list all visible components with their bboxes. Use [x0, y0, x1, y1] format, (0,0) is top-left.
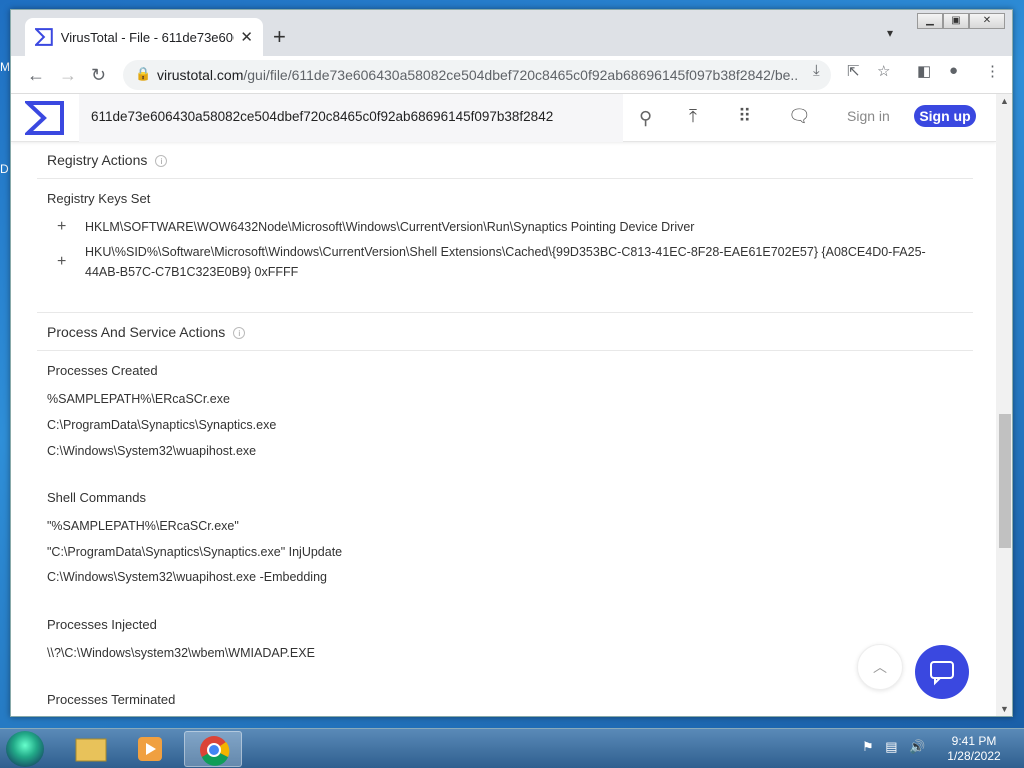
tab-title: VirusTotal - File - 611de73e6064	[60, 29, 235, 45]
address-bar[interactable]: 🔒 virustotal.com/gui/file/611de73e606430…	[123, 60, 831, 90]
processes-injected-heading: Processes Injected	[47, 617, 157, 632]
browser-tab[interactable]: VirusTotal - File - 611de73e6064 ✕	[25, 18, 263, 56]
explorer-taskbar-icon[interactable]	[62, 731, 120, 767]
page: 611de73e606430a58082ce504dbef720c8465c0f…	[11, 94, 996, 716]
share-icon[interactable]: ⇱	[847, 62, 860, 80]
bookmark-star-icon[interactable]: ☆	[877, 62, 890, 80]
browser-window: VirusTotal - File - 611de73e6064 ✕ + ▾ ▁…	[10, 9, 1013, 717]
tab-strip: VirusTotal - File - 611de73e6064 ✕ + ▾ ▁…	[11, 10, 1012, 56]
profile-icon[interactable]: ●	[949, 62, 958, 79]
clock-time: 9:41 PM	[951, 734, 997, 748]
media-player-taskbar-icon[interactable]	[122, 731, 180, 767]
list-item: C:\Windows\System32\wuapihost.exe	[47, 444, 257, 458]
menu-icon[interactable]: ⋮	[985, 62, 1000, 80]
info-icon[interactable]: i	[233, 327, 246, 340]
desktop-icon-label: M	[0, 60, 10, 74]
list-item: "%SAMPLEPATH%\ERcaSCr.exe"	[47, 519, 239, 533]
apps-grid-icon[interactable]: ⠿	[738, 106, 751, 127]
sign-in-link[interactable]: Sign in	[847, 108, 890, 124]
virustotal-favicon-icon	[35, 28, 53, 46]
registry-key-row[interactable]: + HKU\%SID%\Software\Microsoft\Windows\C…	[57, 242, 957, 282]
window-close-button[interactable]: ✕	[969, 13, 1005, 29]
chat-icon	[930, 661, 954, 686]
list-item: C:\ProgramData\Synaptics\Synaptics.exe	[47, 418, 277, 432]
side-panel-icon[interactable]: ◧	[917, 62, 931, 80]
back-icon[interactable]: ←	[27, 64, 45, 86]
url-text: virustotal.com/gui/file/611de73e606430a5…	[157, 67, 797, 83]
search-input[interactable]: 611de73e606430a58082ce504dbef720c8465c0f…	[79, 94, 623, 142]
desktop-icon-label: D	[0, 162, 9, 176]
process-service-actions-heading: Process And Service Actions i	[47, 324, 246, 340]
clock-date: 1/28/2022	[947, 749, 1001, 763]
start-button[interactable]	[6, 731, 44, 767]
shell-commands-heading: Shell Commands	[47, 490, 146, 505]
browser-toolbar: ← → ↻ 🔒 virustotal.com/gui/file/611de73e…	[11, 56, 1012, 94]
taskbar: ⚑ ▤ 🔊 9:41 PM 1/28/2022	[0, 728, 1024, 768]
action-center-icon[interactable]: ⚑	[862, 739, 874, 754]
divider	[37, 350, 973, 351]
expand-plus-icon[interactable]: +	[57, 217, 66, 237]
forward-icon[interactable]: →	[59, 64, 77, 86]
restore-button[interactable]: ▣	[943, 13, 969, 29]
divider	[37, 178, 973, 179]
list-item: C:\Windows\System32\wuapihost.exe -Embed…	[47, 570, 327, 584]
lock-icon: 🔒	[135, 66, 152, 81]
list-item: "C:\ProgramData\Synaptics\Synaptics.exe"…	[47, 545, 343, 559]
chat-button[interactable]	[915, 645, 969, 699]
scroll-to-top-button[interactable]: ︿	[857, 644, 903, 690]
vt-header: 611de73e606430a58082ce504dbef720c8465c0f…	[11, 94, 996, 142]
chrome-taskbar-icon[interactable]	[184, 731, 242, 767]
chat-bubble-icon[interactable]: 🗨	[788, 106, 811, 127]
scroll-up-arrow-icon[interactable]: ▲	[1000, 96, 1009, 106]
search-icon[interactable]: ⚲	[639, 108, 652, 129]
minimize-button[interactable]: ▁	[917, 13, 943, 29]
list-item: %SAMPLEPATH%\ERcaSCr.exe	[47, 392, 230, 406]
processes-created-heading: Processes Created	[47, 363, 158, 378]
reload-icon[interactable]: ↻	[91, 64, 106, 86]
divider	[37, 312, 973, 313]
info-icon[interactable]: i	[155, 155, 168, 168]
tab-search-chevron-icon[interactable]: ▾	[887, 26, 893, 40]
clock[interactable]: 9:41 PM 1/28/2022	[938, 734, 1010, 764]
search-query: 611de73e606430a58082ce504dbef720c8465c0f…	[91, 109, 554, 124]
page-scrollbar[interactable]: ▲ ▼	[996, 94, 1012, 716]
registry-key-row[interactable]: + HKLM\SOFTWARE\WOW6432Node\Microsoft\Wi…	[57, 217, 957, 237]
scrollbar-thumb[interactable]	[999, 414, 1011, 548]
install-icon[interactable]: ⤓	[813, 62, 820, 79]
scroll-down-arrow-icon[interactable]: ▼	[1000, 704, 1009, 714]
upload-icon[interactable]: ⤒	[689, 106, 697, 127]
processes-terminated-heading: Processes Terminated	[47, 692, 176, 707]
network-icon[interactable]: ▤	[885, 739, 897, 754]
sign-up-button[interactable]: Sign up	[914, 105, 976, 127]
registry-actions-heading: Registry Actions i	[47, 152, 168, 168]
volume-icon[interactable]: 🔊	[909, 739, 925, 754]
virustotal-logo-icon[interactable]	[25, 100, 65, 136]
system-tray: ⚑ ▤ 🔊	[862, 739, 925, 755]
list-item: \\?\C:\Windows\system32\wbem\WMIADAP.EXE	[47, 646, 315, 660]
tab-close-icon[interactable]: ✕	[240, 28, 253, 46]
registry-keys-set-heading: Registry Keys Set	[47, 191, 151, 206]
new-tab-icon[interactable]: +	[273, 24, 286, 50]
expand-plus-icon[interactable]: +	[57, 252, 66, 272]
